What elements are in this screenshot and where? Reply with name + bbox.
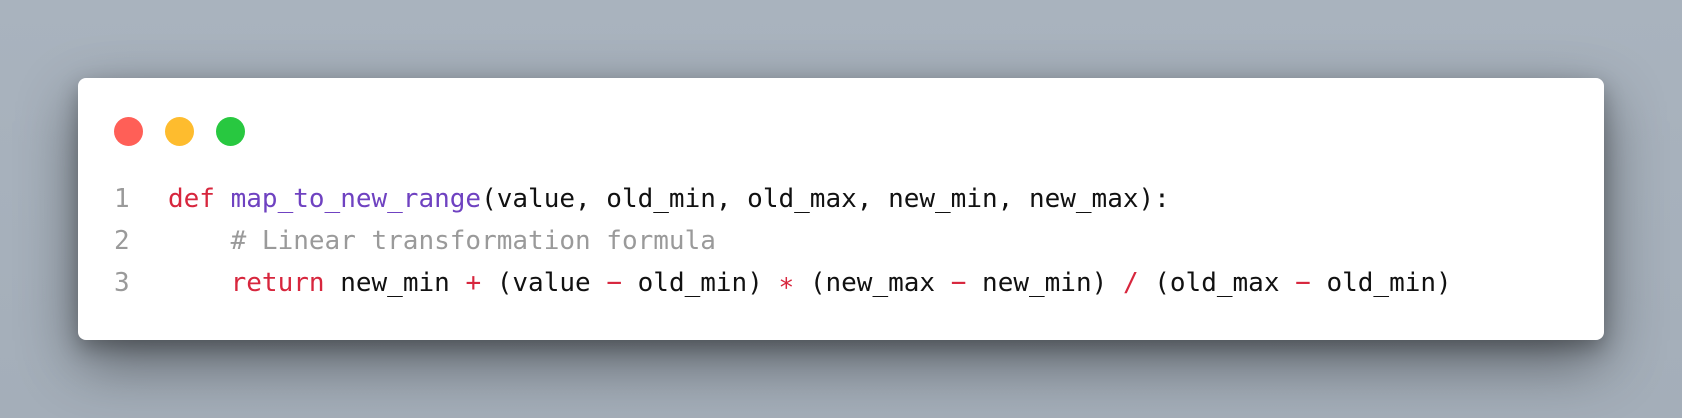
code-text: # Linear transformation formula xyxy=(168,220,716,262)
line-number: 3 xyxy=(114,268,130,298)
code-token: (old_max xyxy=(1138,268,1296,298)
code-line: 1 def map_to_new_range(value, old_min, ol… xyxy=(114,178,1452,220)
code-token: (value, old_min, old_max, new_min, new_m… xyxy=(481,184,1170,214)
code-line: 3 return new_min + (value − old_min) ∗ (… xyxy=(114,262,1452,304)
zoom-button[interactable] xyxy=(216,117,245,146)
code-line: 2 # Linear transformation formula xyxy=(114,220,1452,262)
code-token: / xyxy=(1122,268,1139,298)
code-token: + xyxy=(465,268,482,298)
code-window: 1 def map_to_new_range(value, old_min, ol… xyxy=(78,78,1604,340)
code-token: old_min) xyxy=(621,268,779,298)
code-token: (new_max xyxy=(794,268,951,298)
code-token: (value xyxy=(481,268,607,298)
code-token: # Linear transformation formula xyxy=(230,226,716,256)
code-block: 1 def map_to_new_range(value, old_min, ol… xyxy=(114,178,1452,304)
code-token: − xyxy=(1295,268,1311,298)
line-number: 1 xyxy=(114,184,130,214)
code-token: − xyxy=(606,268,622,298)
code-text: return new_min + (value − old_min) ∗ (ne… xyxy=(168,262,1452,304)
code-text: def map_to_new_range(value, old_min, old… xyxy=(168,178,1170,220)
code-token: map_to_new_range xyxy=(230,184,482,214)
code-token: old_min) xyxy=(1310,268,1452,298)
line-number: 2 xyxy=(114,226,130,256)
code-token: − xyxy=(950,268,967,298)
close-button[interactable] xyxy=(114,117,143,146)
code-token: new_min) xyxy=(966,268,1123,298)
minimize-button[interactable] xyxy=(165,117,194,146)
code-token: new_min xyxy=(324,268,466,298)
code-token: return xyxy=(230,268,325,298)
code-token: def xyxy=(168,184,215,214)
window-controls xyxy=(114,117,245,146)
code-token: ∗ xyxy=(778,268,795,298)
